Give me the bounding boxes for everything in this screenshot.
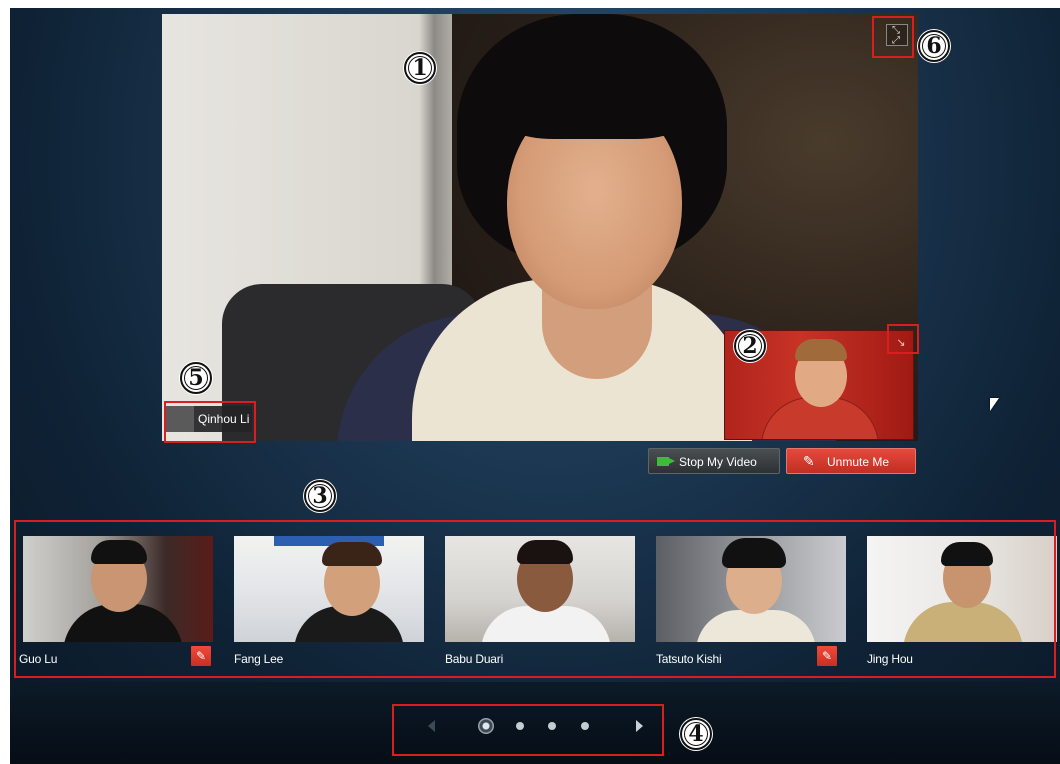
highlight-name-label (164, 401, 256, 443)
video-camera-icon (657, 457, 675, 466)
speaker-fringe (492, 44, 697, 139)
callout-2: 2 (734, 330, 766, 362)
callout-4: 4 (680, 718, 712, 750)
muted-microphone-icon: ✎ (803, 453, 815, 469)
callout-3: 3 (304, 480, 336, 512)
callout-5: 5 (180, 362, 212, 394)
callout-1: 1 (404, 52, 436, 84)
callout-6: 6 (918, 30, 950, 62)
highlight-self-view-toggle (887, 324, 919, 354)
highlight-participant-strip (14, 520, 1056, 678)
stop-my-video-label: Stop My Video (679, 455, 757, 469)
mouse-pointer-icon (990, 398, 999, 411)
active-speaker-video[interactable]: ⤡ ⤢ ↘ Qinhou Li (162, 14, 918, 441)
unmute-me-button[interactable]: ✎ Unmute Me (786, 448, 916, 474)
highlight-expand-button (872, 16, 914, 58)
unmute-me-label: Unmute Me (827, 455, 890, 469)
highlight-pager (392, 704, 664, 756)
self-hair (795, 339, 847, 361)
stop-my-video-button[interactable]: Stop My Video (648, 448, 780, 474)
